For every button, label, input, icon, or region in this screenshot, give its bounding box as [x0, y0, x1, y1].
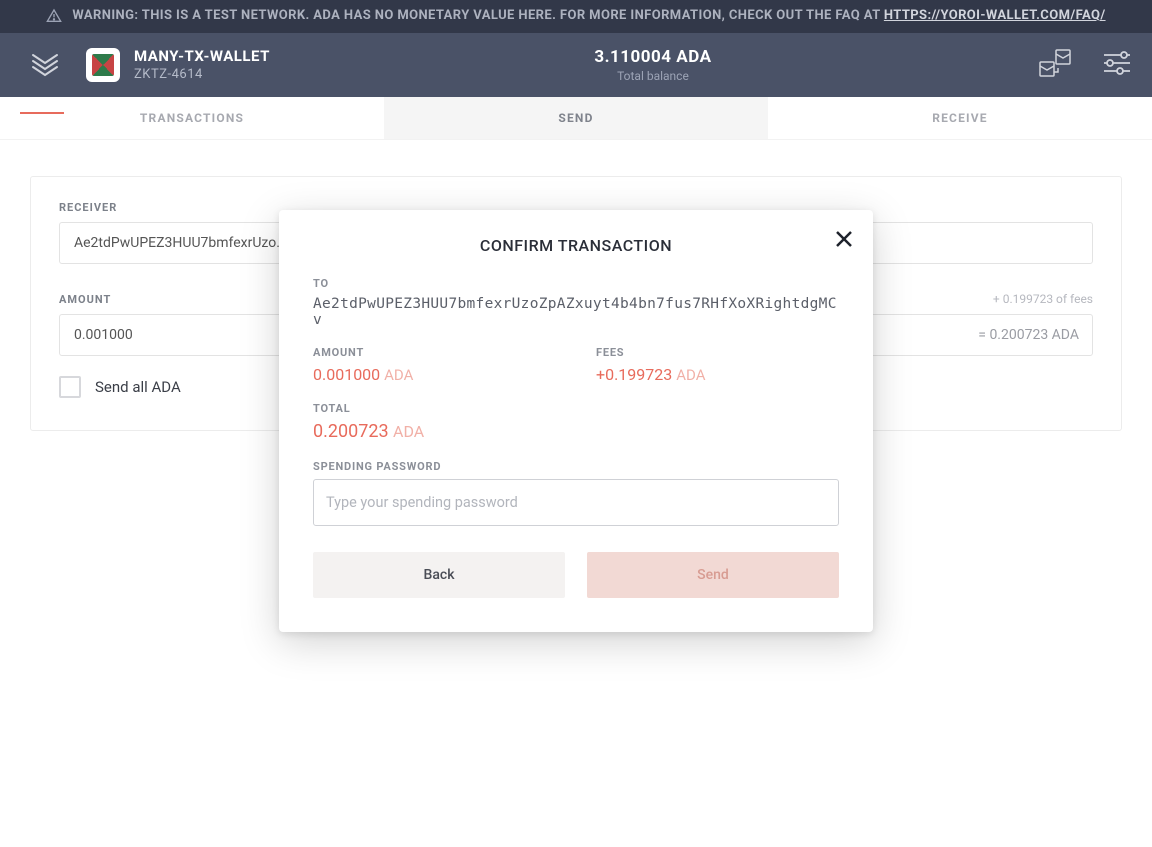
modal-total-value: 0.200723 ADA — [313, 421, 839, 442]
modal-fees-value: +0.199723 ADA — [596, 365, 839, 384]
modal-amount-label: AMOUNT — [313, 346, 556, 359]
modal-title: CONFIRM TRANSACTION — [313, 236, 839, 255]
close-icon — [835, 230, 853, 248]
modal-close-button[interactable] — [835, 230, 853, 252]
modal-to-address: Ae2tdPwUPEZ3HUU7bmfexrUzoZpAZxuyt4b4bn7f… — [313, 296, 839, 328]
modal-to-label: TO — [313, 277, 839, 290]
confirm-transaction-modal: CONFIRM TRANSACTION TO Ae2tdPwUPEZ3HUU7b… — [279, 210, 873, 632]
spending-password-input[interactable] — [313, 479, 839, 526]
send-button[interactable]: Send — [587, 552, 839, 598]
modal-amount-value: 0.001000 ADA — [313, 365, 556, 384]
back-button[interactable]: Back — [313, 552, 565, 598]
modal-overlay: CONFIRM TRANSACTION TO Ae2tdPwUPEZ3HUU7b… — [0, 0, 1152, 847]
modal-total-label: TOTAL — [313, 402, 839, 415]
modal-fees-label: FEES — [596, 346, 839, 359]
spending-password-label: SPENDING PASSWORD — [313, 460, 839, 473]
